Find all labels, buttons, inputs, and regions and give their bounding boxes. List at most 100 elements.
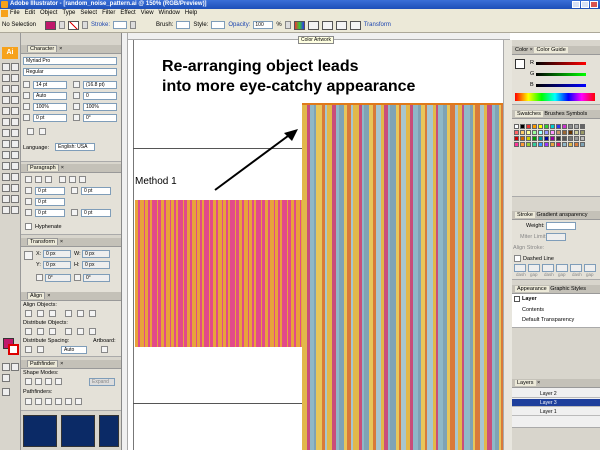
horizontal-scale-field[interactable]: 100%: [83, 103, 117, 111]
live-paint-tool-icon[interactable]: [2, 184, 10, 192]
color-swatch[interactable]: [568, 136, 573, 141]
rotate-tool-icon[interactable]: [2, 129, 10, 137]
scale-tool-icon[interactable]: [11, 129, 19, 137]
space-after-field[interactable]: 0 pt: [81, 209, 111, 217]
brush-field[interactable]: [176, 21, 191, 29]
graphic-styles-tab[interactable]: Graphic Styles: [550, 286, 586, 292]
gradient-mode-icon[interactable]: [11, 363, 19, 371]
scissors-tool-icon[interactable]: [11, 195, 19, 203]
align-horizontal-center-icon[interactable]: [37, 310, 44, 317]
striped-pattern-method-1[interactable]: [135, 200, 302, 347]
reference-point-icon[interactable]: [24, 251, 33, 260]
w-field[interactable]: 0 px: [82, 250, 110, 258]
close-icon[interactable]: ×: [47, 293, 50, 299]
justify-icon[interactable]: [59, 176, 66, 183]
left-indent-field[interactable]: 0 pt: [35, 187, 65, 195]
color-fill-box[interactable]: [515, 59, 525, 69]
g-slider[interactable]: [536, 73, 586, 76]
graphic-style-thumbnail-1[interactable]: [23, 415, 57, 447]
color-swatch[interactable]: [538, 124, 543, 129]
color-swatch[interactable]: [574, 136, 579, 141]
distribute-top-icon[interactable]: [25, 328, 32, 335]
right-indent-field[interactable]: 0 pt: [81, 187, 111, 195]
layer-row[interactable]: Layer 2: [512, 390, 600, 398]
fill-swatch[interactable]: [45, 20, 56, 30]
distribute-icon[interactable]: [321, 20, 333, 30]
color-mode-icon[interactable]: [2, 363, 10, 371]
color-swatch[interactable]: [550, 124, 555, 129]
color-swatch[interactable]: [538, 130, 543, 135]
color-swatch[interactable]: [514, 142, 519, 147]
color-swatch[interactable]: [544, 124, 549, 129]
close-button[interactable]: [590, 1, 598, 8]
merge-icon[interactable]: [45, 398, 52, 405]
leading-field[interactable]: (16.8 pt): [83, 81, 117, 89]
maximize-button[interactable]: [581, 1, 589, 8]
color-swatch[interactable]: [538, 136, 543, 141]
miter-field[interactable]: [546, 233, 566, 241]
b-slider[interactable]: [536, 84, 586, 87]
menu-edit[interactable]: Edit: [25, 9, 35, 18]
align-left-icon[interactable]: [25, 176, 32, 183]
distribute-left-icon[interactable]: [65, 328, 72, 335]
color-swatch[interactable]: [556, 136, 561, 141]
menu-file[interactable]: File: [10, 9, 20, 18]
align-left-edge-icon[interactable]: [25, 310, 32, 317]
color-swatch[interactable]: [556, 142, 561, 147]
color-swatch[interactable]: [580, 130, 585, 135]
pathfinder-tab[interactable]: Pathfinder: [27, 360, 59, 367]
color-swatch[interactable]: [544, 142, 549, 147]
gap-field-2[interactable]: [556, 264, 568, 272]
minimize-button[interactable]: [572, 1, 580, 8]
paragraph-tab[interactable]: Paragraph: [27, 164, 59, 171]
style-field[interactable]: [211, 21, 226, 29]
color-swatch[interactable]: [544, 136, 549, 141]
color-swatch[interactable]: [562, 124, 567, 129]
color-swatch[interactable]: [568, 124, 573, 129]
color-swatch[interactable]: [568, 130, 573, 135]
kerning-field[interactable]: Auto: [33, 92, 67, 100]
color-guide-tab[interactable]: Color Guide: [534, 47, 568, 53]
swatches-tab[interactable]: Swatches: [515, 111, 543, 117]
gradient-tool-icon[interactable]: [11, 162, 19, 170]
menu-select[interactable]: Select: [80, 9, 97, 18]
color-swatch[interactable]: [574, 130, 579, 135]
menu-filter[interactable]: Filter: [102, 9, 115, 18]
fill-dropdown[interactable]: [59, 21, 65, 29]
gap-field-3[interactable]: [584, 264, 596, 272]
brushes-tab[interactable]: Brushes: [544, 111, 564, 117]
exclude-icon[interactable]: [55, 378, 62, 385]
panel-collapse-strip[interactable]: [503, 40, 512, 450]
graphic-style-thumbnail-3[interactable]: [99, 415, 119, 447]
color-swatch[interactable]: [526, 142, 531, 147]
close-icon[interactable]: ×: [59, 46, 62, 52]
align-right-edge-icon[interactable]: [49, 310, 56, 317]
artboard-icon[interactable]: [349, 20, 361, 30]
color-swatch[interactable]: [580, 136, 585, 141]
opacity-dropdown[interactable]: [284, 21, 291, 29]
color-tab[interactable]: Color: [515, 47, 528, 53]
divide-icon[interactable]: [25, 398, 32, 405]
direct-selection-tool-icon[interactable]: [11, 63, 19, 71]
distribute-vspace-icon[interactable]: [25, 346, 32, 353]
stroke-weight-dropdown[interactable]: [130, 21, 137, 29]
crop-icon[interactable]: [55, 398, 62, 405]
distribute-right-icon[interactable]: [89, 328, 96, 335]
stroke-color-box[interactable]: [8, 344, 19, 355]
space-before-field[interactable]: 0 pt: [35, 209, 65, 217]
color-swatch[interactable]: [514, 130, 519, 135]
align-to-artboard-icon[interactable]: [101, 346, 108, 353]
character-tab[interactable]: Character: [27, 45, 58, 52]
color-swatch[interactable]: [562, 142, 567, 147]
align-icon[interactable]: [307, 20, 319, 30]
intersect-icon[interactable]: [45, 378, 52, 385]
color-swatch[interactable]: [550, 136, 555, 141]
color-swatch[interactable]: [514, 124, 519, 129]
shear-field[interactable]: 0°: [83, 274, 110, 282]
color-swatch[interactable]: [550, 142, 555, 147]
lasso-tool-icon[interactable]: [11, 74, 19, 82]
type-tool-icon[interactable]: [11, 85, 19, 93]
color-swatch[interactable]: [526, 130, 531, 135]
stroke-dropdown[interactable]: [82, 21, 88, 29]
stroke-tab[interactable]: Stroke: [515, 212, 535, 218]
